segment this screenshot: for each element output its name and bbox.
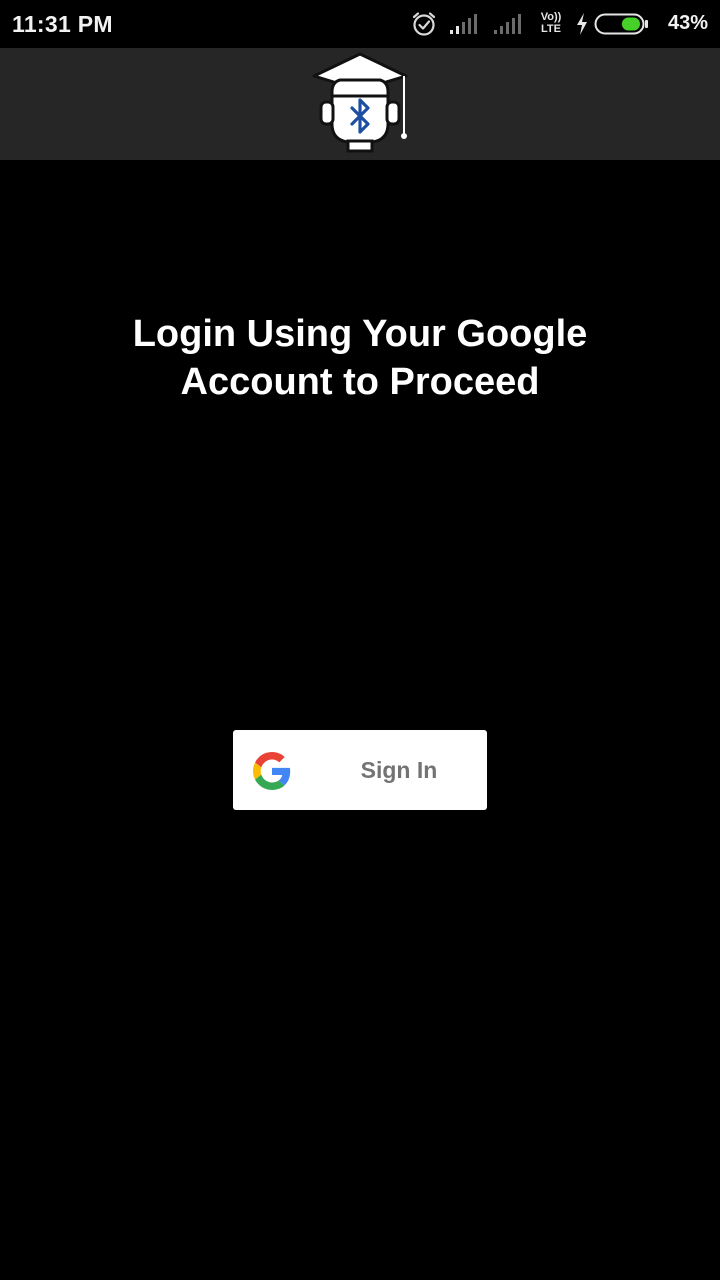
screen: 11:31 PM Vo)) LTE 43% Login Using Your G… xyxy=(0,0,720,1280)
page-title-line1: Login Using Your Google xyxy=(132,313,588,355)
signal-icon xyxy=(450,14,477,34)
sign-in-label: Sign In xyxy=(360,757,438,783)
battery-icon xyxy=(594,13,648,35)
volte-label-bottom: LTE xyxy=(541,23,561,35)
volte-icon: Vo)) LTE xyxy=(536,11,566,35)
signal-icon xyxy=(494,14,521,34)
graduation-cap-bluetooth-logo xyxy=(312,52,408,153)
status-icons: Vo)) LTE 43% xyxy=(410,0,720,48)
page-title: Login Using Your Google Account to Proce… xyxy=(60,310,660,406)
app-bar xyxy=(0,48,720,160)
battery-percent: 43% xyxy=(667,12,708,34)
google-g-icon xyxy=(253,752,291,790)
status-bar: 11:31 PM Vo)) LTE 43% xyxy=(0,0,720,48)
page-title-line2: Account to Proceed xyxy=(180,361,540,403)
google-sign-in-button[interactable]: Sign In xyxy=(233,730,487,810)
alarm-icon xyxy=(412,12,436,36)
volte-label-top: Vo)) xyxy=(540,11,562,23)
status-time: 11:31 PM xyxy=(12,11,113,37)
charging-icon xyxy=(577,13,587,35)
